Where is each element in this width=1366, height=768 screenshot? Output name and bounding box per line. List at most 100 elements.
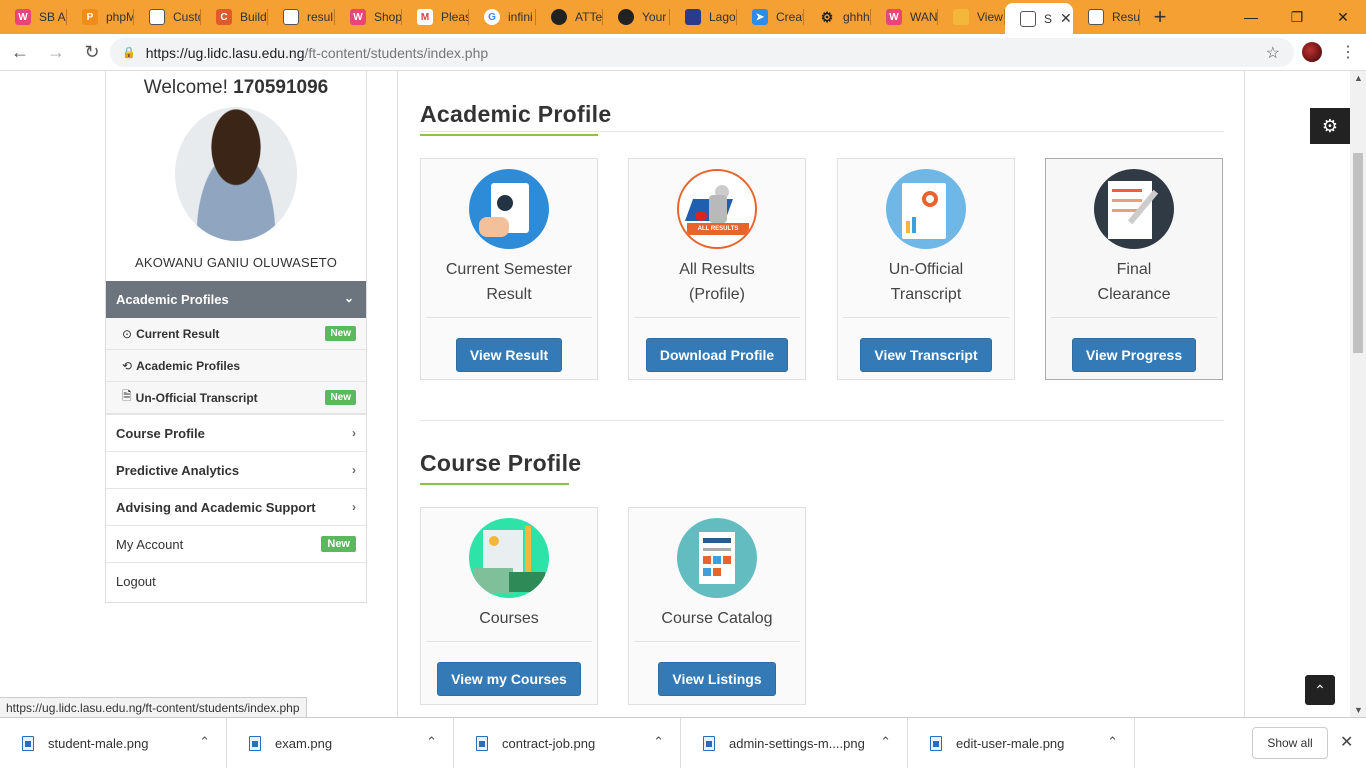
browser-tab[interactable]: ⚙ ghhh — [804, 0, 871, 34]
page-viewport: Welcome! 170591096 AKOWANU GANIU OLUWASE… — [0, 71, 1350, 717]
download-item[interactable]: student-male.png ⌃ — [0, 717, 227, 768]
unofficial-transcript-card: Un-Official Transcript View Transcript — [837, 158, 1015, 380]
browser-tab[interactable]: Resu — [1073, 0, 1140, 34]
browser-tab[interactable]: W Shop — [335, 0, 402, 34]
browser-tab[interactable]: W SB Ai — [0, 0, 67, 34]
clock-icon: ⊙ — [122, 326, 133, 341]
chevron-down-icon: ⌄ — [343, 291, 354, 305]
google-icon: G — [484, 9, 500, 25]
final-clearance-card: Final Clearance View Progress — [1045, 158, 1223, 380]
courses-card: Courses View my Courses — [420, 507, 598, 705]
restore-icon[interactable]: ❐ — [1274, 0, 1320, 34]
browser-tab[interactable]: PphpM — [67, 0, 134, 34]
course-catalog-icon — [677, 518, 757, 598]
clearance-form-icon — [1094, 169, 1174, 249]
new-badge: New — [325, 326, 356, 341]
chevron-up-icon[interactable]: ⌃ — [199, 734, 210, 750]
scroll-down-icon[interactable]: ▼ — [1354, 705, 1363, 715]
profile-avatar[interactable] — [1302, 42, 1322, 62]
academic-profile-heading: Academic Profile — [420, 101, 611, 136]
sidebar-item-academic-profiles[interactable]: ⟲ Academic Profiles — [106, 350, 366, 382]
page-scrollbar[interactable]: ▲ ▼ — [1350, 71, 1366, 717]
show-all-downloads-button[interactable]: Show all — [1252, 727, 1328, 759]
document-icon: 🗎 — [122, 389, 132, 403]
tab-favicon-icon: W — [15, 9, 31, 25]
tab-favicon-icon: P — [82, 9, 98, 25]
chevron-right-icon: › — [352, 500, 356, 514]
reload-icon[interactable]: ↻ — [76, 36, 108, 68]
academic-profiles-menu[interactable]: Academic Profiles ⌄ — [106, 281, 366, 318]
github-icon — [618, 9, 634, 25]
browser-tab[interactable]: M Pleas — [402, 0, 469, 34]
bookmark-star-icon[interactable]: ☆ — [1266, 43, 1280, 63]
url-host: https://ug.lidc.lasu.edu.ng — [145, 44, 305, 61]
sidebar-item-unofficial-transcript[interactable]: 🗎 Un-Official Transcript New — [106, 382, 366, 414]
view-progress-button[interactable]: View Progress — [1071, 338, 1197, 372]
scroll-up-icon[interactable]: ▲ — [1354, 73, 1363, 83]
sidebar-item-logout[interactable]: Logout — [106, 562, 366, 599]
welcome-text: Welcome! 170591096 — [143, 77, 329, 98]
view-my-courses-button[interactable]: View my Courses — [437, 662, 581, 696]
chevron-up-icon[interactable]: ⌃ — [1107, 734, 1118, 750]
close-window-icon[interactable]: ✕ — [1320, 0, 1366, 34]
browser-tab[interactable]: View — [938, 0, 1005, 34]
close-tab-icon[interactable]: ✕ — [1060, 10, 1072, 27]
download-item[interactable]: contract-job.png ⌃ — [454, 717, 681, 768]
view-transcript-button[interactable]: View Transcript — [860, 338, 992, 372]
address-bar-row: ← → ↻ 🔒 https://ug.lidc.lasu.edu.ng/ft-c… — [0, 34, 1366, 71]
all-results-icon: ALL RESULTS — [677, 169, 757, 249]
window-controls: — ❐ ✕ — [1228, 0, 1366, 34]
course-profile-heading: Course Profile — [420, 450, 581, 485]
result-report-icon — [469, 169, 549, 249]
new-badge: New — [321, 536, 356, 552]
browser-tab[interactable]: Ginfini — [469, 0, 536, 34]
browser-tab-strip: WSB Ai PphpM Custo CBuild resul WShop MP… — [0, 0, 1366, 34]
image-file-icon — [249, 735, 261, 751]
download-item[interactable]: exam.png ⌃ — [227, 717, 454, 768]
chevron-up-icon[interactable]: ⌃ — [880, 734, 891, 750]
url-field[interactable]: 🔒 https://ug.lidc.lasu.edu.ng/ft-content… — [110, 38, 1294, 67]
all-results-card: ALL RESULTS All Results (Profile) Downloa… — [628, 158, 806, 380]
sidebar-item-predictive-analytics[interactable]: Predictive Analytics › — [106, 451, 366, 488]
close-download-shelf-icon[interactable]: ✕ — [1340, 732, 1353, 752]
chevron-right-icon: › — [352, 463, 356, 477]
browser-tab[interactable]: ATTe — [536, 0, 603, 34]
download-item[interactable]: admin-settings-m....png ⌃ — [681, 717, 908, 768]
download-profile-button[interactable]: Download Profile — [645, 338, 789, 372]
sidebar-item-advising[interactable]: Advising and Academic Support › — [106, 488, 366, 525]
view-result-button[interactable]: View Result — [455, 338, 563, 372]
sidebar-item-my-account[interactable]: My Account New — [106, 525, 366, 562]
browser-tab-active[interactable]: S ✕ — [1005, 3, 1073, 34]
cursor-icon: ➤ — [752, 9, 768, 25]
browser-tab[interactable]: ➤ Creat — [737, 0, 804, 34]
back-arrow-icon[interactable]: ← — [4, 36, 36, 68]
view-listings-button[interactable]: View Listings — [658, 662, 776, 696]
browser-tab[interactable]: W WAN — [871, 0, 938, 34]
chevron-up-icon[interactable]: ⌃ — [426, 734, 437, 750]
settings-gears-icon[interactable]: ⚙ — [1310, 108, 1350, 144]
sidebar-item-course-profile[interactable]: Course Profile › — [106, 414, 366, 451]
scrollbar-thumb[interactable] — [1353, 153, 1363, 353]
forward-arrow-icon[interactable]: → — [40, 36, 72, 68]
matric-number: 170591096 — [233, 77, 329, 98]
browser-tab[interactable]: Custo — [134, 0, 201, 34]
page-icon — [283, 9, 299, 25]
browser-tab[interactable]: Your — [603, 0, 670, 34]
browser-tab[interactable]: resul — [268, 0, 335, 34]
new-tab-button[interactable]: + — [1140, 0, 1180, 34]
minimize-icon[interactable]: — — [1228, 0, 1274, 34]
page-icon — [1020, 10, 1036, 27]
download-item[interactable]: edit-user-male.png ⌃ — [908, 717, 1135, 768]
back-to-top-icon[interactable]: ⌃ — [1305, 675, 1335, 705]
browser-tab[interactable]: C Build — [201, 0, 268, 34]
sidebar-item-current-result[interactable]: ⊙ Current Result New — [106, 318, 366, 350]
image-file-icon — [476, 735, 488, 751]
chevron-up-icon[interactable]: ⌃ — [653, 734, 664, 750]
lock-icon: 🔒 — [122, 47, 136, 59]
history-icon: ⟲ — [122, 358, 133, 373]
browser-tab[interactable]: Lago — [670, 0, 737, 34]
more-menu-icon[interactable]: ⋮ — [1340, 42, 1356, 62]
lasu-logo-icon — [685, 9, 701, 25]
main-content: Academic Profile Current Semester Result … — [397, 71, 1245, 717]
gmail-icon: M — [417, 9, 433, 25]
